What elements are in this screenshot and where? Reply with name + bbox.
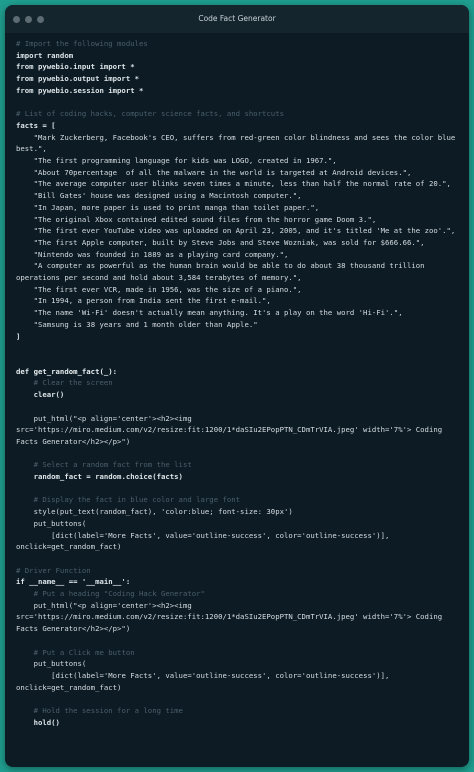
code-line: def get_random_fact(_): bbox=[16, 366, 118, 376]
code-line: put_buttons( bbox=[16, 659, 87, 669]
code-window: Code Fact Generator # Import the followi… bbox=[5, 5, 469, 767]
code-line: "The first Apple computer, built by Stev… bbox=[16, 237, 425, 247]
code-line: # Select a random fact from the list bbox=[16, 460, 192, 470]
code-line: # Import the following modules bbox=[16, 39, 148, 48]
code-line: # Put a heading "Coding Hack Generator" bbox=[16, 589, 205, 599]
code-line: from pywebio.session import * bbox=[16, 85, 144, 95]
code-line: "In Japan, more paper is used to print m… bbox=[16, 202, 320, 212]
code-line: facts = [ bbox=[16, 120, 56, 130]
code-line: clear() bbox=[16, 390, 65, 400]
code-line: "The original Xbox contained edited soun… bbox=[16, 214, 377, 224]
code-line: style(put_text(random_fact), 'color:blue… bbox=[16, 507, 293, 517]
code-line: put_html("<p align='center'><h2><img src… bbox=[16, 413, 447, 446]
code-line: put_buttons( bbox=[16, 518, 87, 528]
code-line: [dict(label='More Facts', value='outline… bbox=[16, 670, 394, 692]
code-line: ] bbox=[16, 331, 21, 341]
code-line: if __name__ == '__main__': bbox=[16, 577, 131, 587]
code-line: "About 70percentage of all the malware i… bbox=[16, 167, 412, 177]
code-line: # Display the fact in blue color and lar… bbox=[16, 495, 241, 505]
code-line: "A computer as powerful as the human bra… bbox=[16, 261, 429, 283]
code-line: random_fact = random.choice(facts) bbox=[16, 472, 183, 482]
code-line: # Clear the screen bbox=[16, 378, 113, 388]
code-line: # Hold the session for a long time bbox=[16, 706, 183, 716]
title-bar: Code Fact Generator bbox=[5, 5, 469, 33]
code-line: "Samsung is 38 years and 1 month older t… bbox=[16, 319, 258, 329]
code-line: "The name 'Wi-Fi' doesn't actually mean … bbox=[16, 308, 403, 318]
window-title: Code Fact Generator bbox=[198, 14, 276, 23]
code-line: from pywebio.input import * bbox=[16, 62, 135, 72]
code-line: hold() bbox=[16, 717, 60, 727]
code-line: from pywebio.output import * bbox=[16, 74, 140, 84]
code-line: "The average computer user blinks seven … bbox=[16, 179, 451, 189]
code-line: # List of coding hacks, computer science… bbox=[16, 109, 284, 119]
code-line: # Put a Click me button bbox=[16, 647, 135, 657]
code-line: "The first ever VCR, made in 1956, was t… bbox=[16, 284, 302, 294]
code-line: "The first ever YouTube video was upload… bbox=[16, 226, 456, 236]
code-line: import random bbox=[16, 50, 74, 60]
code-line: "In 1994, a person from India sent the f… bbox=[16, 296, 271, 306]
code-line: "The first programming language for kids… bbox=[16, 156, 337, 166]
code-line: "Nintendo was founded in 1889 as a playi… bbox=[16, 249, 289, 259]
code-block: # Import the following modules import ran… bbox=[16, 38, 458, 728]
code-line: "Bill Gates' house was designed using a … bbox=[16, 191, 302, 201]
code-line: "Mark Zuckerberg, Facebook's CEO, suffer… bbox=[16, 132, 460, 154]
code-line: [dict(label='More Facts', value='outline… bbox=[16, 530, 394, 552]
code-line: # Driver Function bbox=[16, 565, 91, 575]
code-line: put_html("<p align='center'><h2><img src… bbox=[16, 600, 447, 634]
